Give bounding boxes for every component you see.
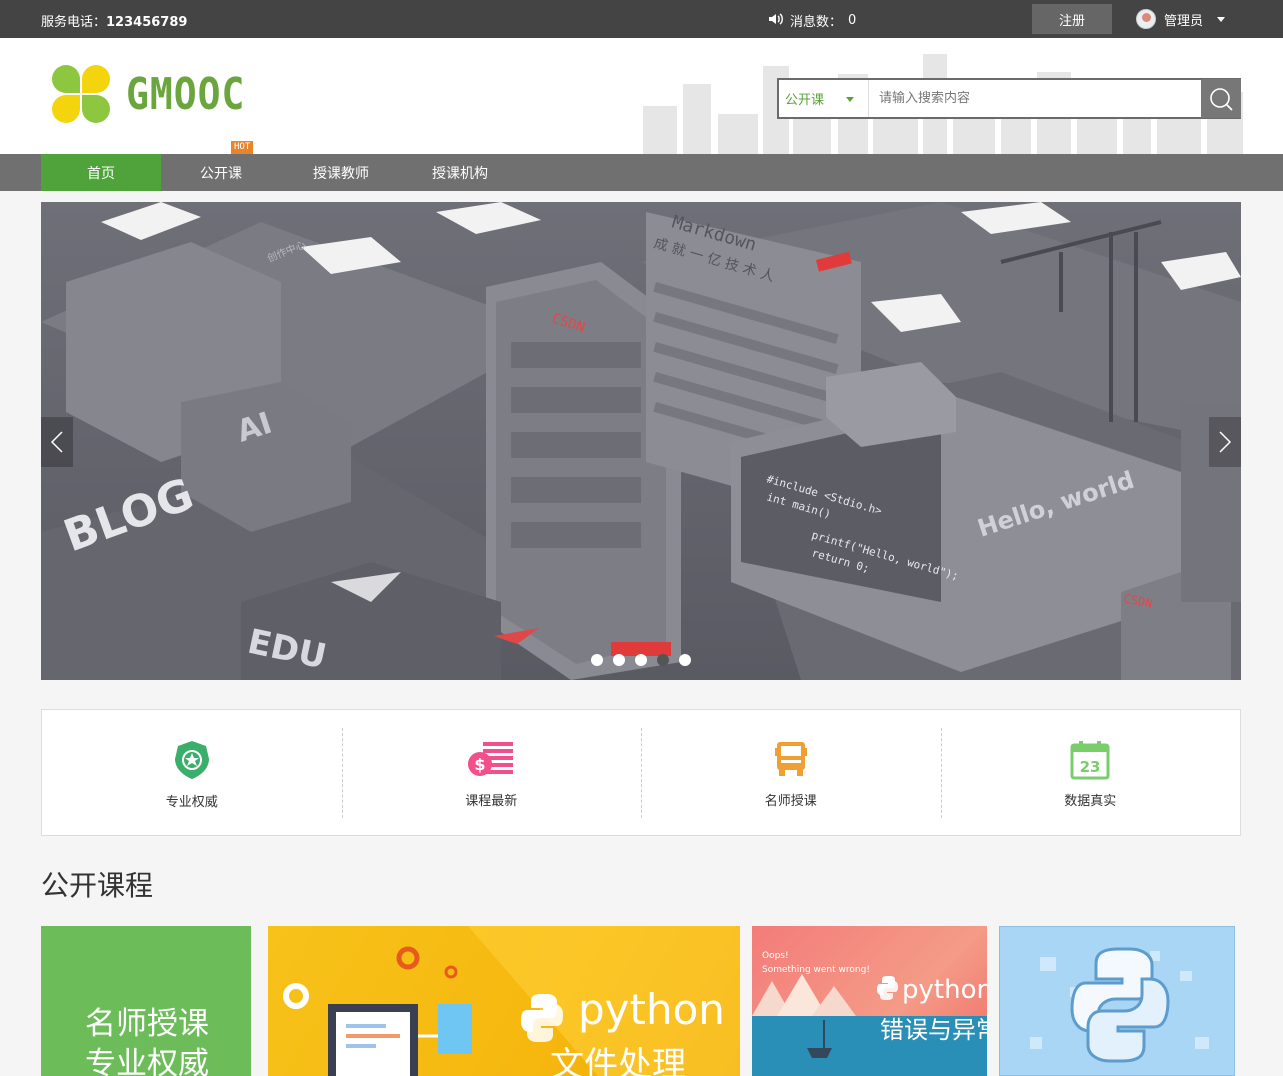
promo-card[interactable]: 名师授课 专业权威 (41, 926, 251, 1076)
carousel-dot[interactable] (635, 654, 647, 666)
feature-item: 专业权威 (42, 710, 342, 835)
search-bar: 公开课 (777, 78, 1241, 119)
feature-strip: 专业权威 $ 课程最新 名师授课 23 数据真实 (41, 709, 1241, 836)
banner-illustration: CSDN AI BLOG 创作中心 EDU Markdown 成 就 一 亿 技… (41, 202, 1241, 680)
search-scope-value: 公开课 (785, 93, 825, 108)
python-error-illustration: Oops! Something went wrong! python 错误与异常 (752, 951, 987, 1076)
service-phone: 服务电话：123456789 (41, 11, 187, 30)
caret-down-icon (846, 97, 854, 102)
python-file-title: python (578, 985, 725, 1034)
messages-count: 0 (848, 13, 857, 28)
site-header: GMOOC 公开课 (0, 38, 1283, 154)
feature-item: $ 课程最新 (341, 710, 642, 835)
site-logo[interactable]: GMOOC (52, 65, 245, 123)
user-name: 管理员 (1164, 13, 1204, 29)
calendar-icon: 23 (1070, 741, 1110, 780)
hero-carousel[interactable]: CSDN AI BLOG 创作中心 EDU Markdown 成 就 一 亿 技… (41, 202, 1241, 680)
shield-star-icon (174, 741, 209, 779)
clover-logo-icon (52, 65, 110, 123)
truck-icon (774, 742, 807, 776)
user-menu[interactable]: 管理员 (1136, 9, 1226, 29)
feature-label: 名师授课 (764, 794, 817, 809)
promo-line2: 专业权威 (85, 1046, 209, 1076)
course-cards: 名师授课 专业权威 python 文件处理 Oops! Something we… (41, 926, 1241, 1076)
chevron-left-icon (50, 431, 63, 453)
chevron-right-icon (1219, 431, 1232, 453)
nav-item-open-courses[interactable]: 公开课 (161, 154, 281, 191)
promo-line1: 名师授课 (85, 1006, 209, 1042)
python-error-title: python (902, 975, 987, 1005)
nav-item-home[interactable]: 首页 (41, 154, 161, 191)
message-count[interactable]: 消息数： 0 (768, 11, 856, 30)
carousel-dot[interactable] (679, 654, 691, 666)
carousel-dots (591, 654, 691, 666)
svg-text:$: $ (475, 755, 486, 774)
search-scope-select[interactable]: 公开课 (779, 80, 869, 117)
search-icon (1210, 87, 1233, 111)
avatar (1136, 9, 1156, 29)
feature-label: 专业权威 (165, 795, 218, 810)
svg-text:23: 23 (1080, 758, 1101, 776)
feature-item: 名师授课 (641, 710, 941, 835)
section-title: 公开课程 (41, 869, 154, 902)
feature-item: 23 数据真实 (940, 710, 1241, 835)
speaker-icon (768, 12, 784, 30)
course-card-python-file[interactable]: python 文件处理 (268, 926, 740, 1076)
oops-line2: Something went wrong! (762, 965, 870, 975)
nav-item-institutions[interactable]: 授课机构 (400, 154, 520, 191)
python-file-subtitle: 文件处理 (550, 1045, 686, 1076)
logo-text: GMOOC (126, 68, 246, 120)
phone-label: 服务电话： (41, 15, 107, 30)
chevron-down-icon (1217, 16, 1226, 22)
feature-label: 数据真实 (1064, 794, 1117, 809)
register-button[interactable]: 注册 (1032, 4, 1112, 34)
main-nav: 首页 公开课 授课教师 授课机构 (0, 154, 1283, 191)
phone-number: 123456789 (106, 15, 188, 30)
python-error-subtitle: 错误与异常 (880, 1016, 987, 1044)
carousel-next-button[interactable] (1209, 417, 1241, 467)
top-bar: 服务电话：123456789 消息数： 0 注册 管理员 (0, 0, 1283, 38)
search-input[interactable] (869, 80, 1201, 117)
messages-label: 消息数： (790, 15, 843, 30)
hot-badge: HOT (231, 141, 254, 154)
search-button[interactable] (1201, 79, 1241, 118)
carousel-dot[interactable] (591, 654, 603, 666)
python-file-illustration: python 文件处理 (283, 926, 740, 1076)
carousel-dot[interactable] (613, 654, 625, 666)
money-stack-icon: $ (468, 742, 514, 776)
python-logo-illustration (1030, 947, 1209, 1063)
carousel-prev-button[interactable] (41, 417, 73, 467)
course-card-python-error[interactable]: Oops! Something went wrong! python 错误与异常 (752, 926, 987, 1076)
course-card-python-logo[interactable] (999, 926, 1235, 1076)
oops-line1: Oops! (762, 951, 789, 961)
carousel-dot-active[interactable] (657, 654, 669, 666)
nav-item-teachers[interactable]: 授课教师 (281, 154, 401, 191)
feature-label: 课程最新 (465, 794, 518, 809)
